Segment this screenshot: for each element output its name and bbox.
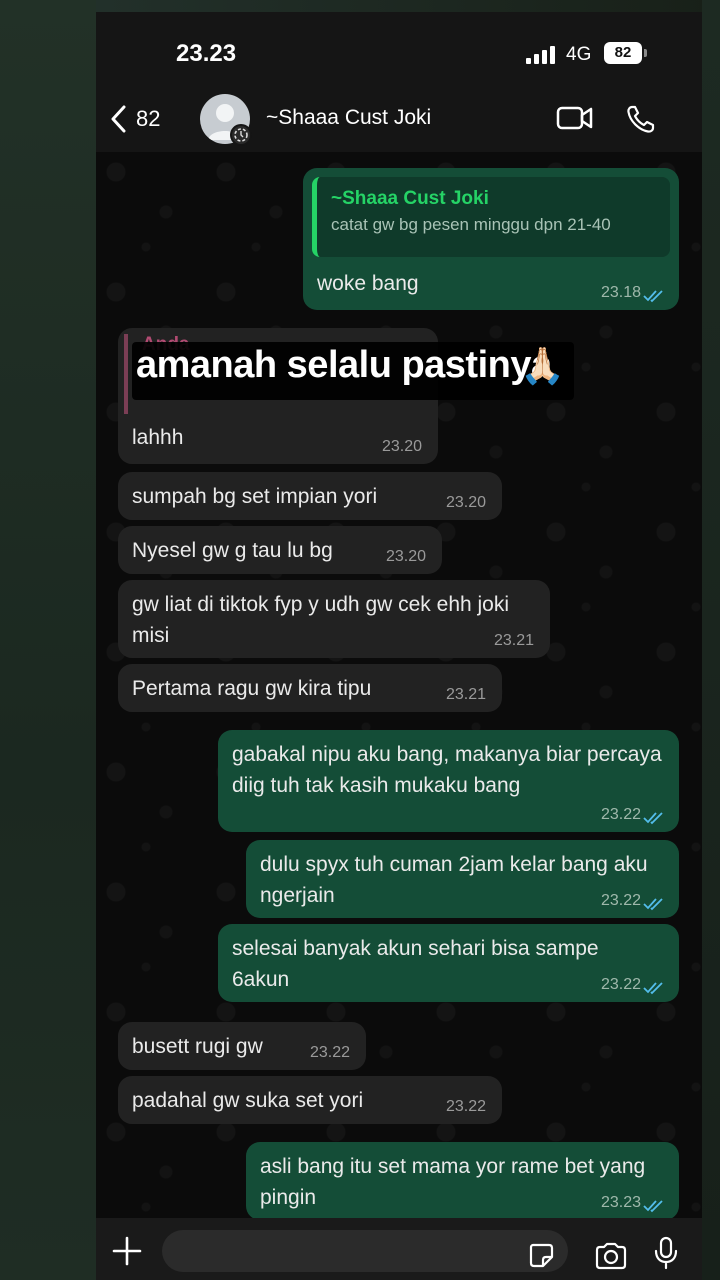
battery-nub — [644, 49, 647, 57]
message-text: Pertama ragu gw kira tipu — [132, 677, 372, 700]
phone-screen: 23.23 4G 82 82 ~Shaaa Cust Joki ~Shaaa C… — [96, 12, 702, 1280]
sticker-icon[interactable] — [528, 1242, 554, 1268]
message-bubble-incoming[interactable]: sumpah bg set impian yori 23.20 — [118, 472, 502, 520]
message-input[interactable] — [162, 1230, 568, 1272]
message-text: gw liat di tiktok fyp y udh gw cek ehh j… — [132, 593, 510, 647]
message-bubble-outgoing[interactable]: dulu spyx tuh cuman 2jam kelar bang aku … — [246, 840, 679, 918]
message-time: 23.22 — [445, 1098, 486, 1115]
read-ticks-icon — [643, 812, 663, 825]
message-bubble-outgoing[interactable]: asli bang itu set mama yor rame bet yang… — [246, 1142, 679, 1218]
quoted-text: catat gw bg pesen minggu dpn 21-40 — [331, 215, 611, 234]
message-bubble-incoming[interactable]: padahal gw suka set yori 23.22 — [118, 1076, 502, 1124]
message-time: 23.23 — [600, 1194, 641, 1211]
message-time: 23.22 — [600, 976, 641, 993]
message-time: 23.20 — [381, 438, 422, 455]
message-text: lahhh — [132, 426, 184, 449]
mic-icon[interactable] — [654, 1236, 678, 1270]
signal-icon — [526, 46, 558, 64]
video-call-icon[interactable] — [556, 104, 594, 132]
quoted-message[interactable]: ~Shaaa Cust Joki catat gw bg pesen mingg… — [312, 177, 670, 257]
back-chevron-icon — [111, 105, 126, 133]
message-bubble-incoming[interactable]: Pertama ragu gw kira tipu 23.21 — [118, 664, 502, 712]
message-time: 23.22 — [600, 806, 641, 823]
message-time: 23.22 — [309, 1044, 350, 1061]
message-bubble-incoming[interactable]: busett rugi gw 23.22 — [118, 1022, 366, 1070]
message-text: selesai banyak akun sehari bisa sampe 6a… — [232, 937, 599, 991]
message-time: 23.21 — [445, 686, 486, 703]
praying-hands-emoji: 🙏🏻 — [520, 345, 565, 386]
camera-icon[interactable] — [594, 1242, 628, 1270]
background-left — [0, 0, 96, 1280]
read-ticks-icon — [643, 982, 663, 995]
message-time: 23.20 — [445, 494, 486, 511]
status-time: 23.23 — [176, 40, 237, 67]
chat-header: 23.23 4G 82 82 ~Shaaa Cust Joki — [96, 12, 702, 152]
battery-icon: 82 — [604, 42, 642, 64]
chat-area[interactable]: ~Shaaa Cust Joki catat gw bg pesen mingg… — [96, 152, 702, 1218]
phone-icon[interactable] — [626, 104, 656, 134]
message-time: 23.21 — [493, 632, 534, 649]
read-ticks-icon — [643, 290, 663, 303]
message-bubble-outgoing[interactable]: gabakal nipu aku bang, makanya biar perc… — [218, 730, 679, 832]
plus-icon[interactable] — [112, 1236, 142, 1266]
status-ring-icon — [230, 124, 252, 146]
caption-text: amanah selalu pastinya — [136, 344, 552, 386]
message-text: sumpah bg set impian yori — [132, 485, 378, 508]
read-ticks-icon — [643, 898, 663, 911]
message-bubble-outgoing[interactable]: selesai banyak akun sehari bisa sampe 6a… — [218, 924, 679, 1002]
unread-count: 82 — [136, 106, 161, 131]
message-time: 23.20 — [385, 548, 426, 565]
composer-bar — [96, 1218, 702, 1280]
message-bubble-outgoing[interactable]: ~Shaaa Cust Joki catat gw bg pesen mingg… — [303, 168, 679, 310]
message-bubble-incoming[interactable]: gw liat di tiktok fyp y udh gw cek ehh j… — [118, 580, 550, 658]
message-time: 23.22 — [600, 892, 641, 909]
contact-name[interactable]: ~Shaaa Cust Joki — [266, 106, 431, 130]
message-text: woke bang — [317, 272, 419, 295]
network-type: 4G — [566, 44, 592, 65]
message-bubble-incoming[interactable]: Nyesel gw g tau lu bg 23.20 — [118, 526, 442, 574]
read-ticks-icon — [643, 1200, 663, 1213]
message-text: Nyesel gw g tau lu bg — [132, 539, 333, 562]
message-text: padahal gw suka set yori — [132, 1089, 364, 1112]
background-right — [702, 0, 720, 1280]
quoted-author: ~Shaaa Cust Joki — [331, 188, 489, 209]
back-button[interactable]: 82 — [110, 102, 180, 136]
message-time: 23.18 — [600, 284, 641, 301]
message-text: gabakal nipu aku bang, makanya biar perc… — [232, 743, 662, 797]
